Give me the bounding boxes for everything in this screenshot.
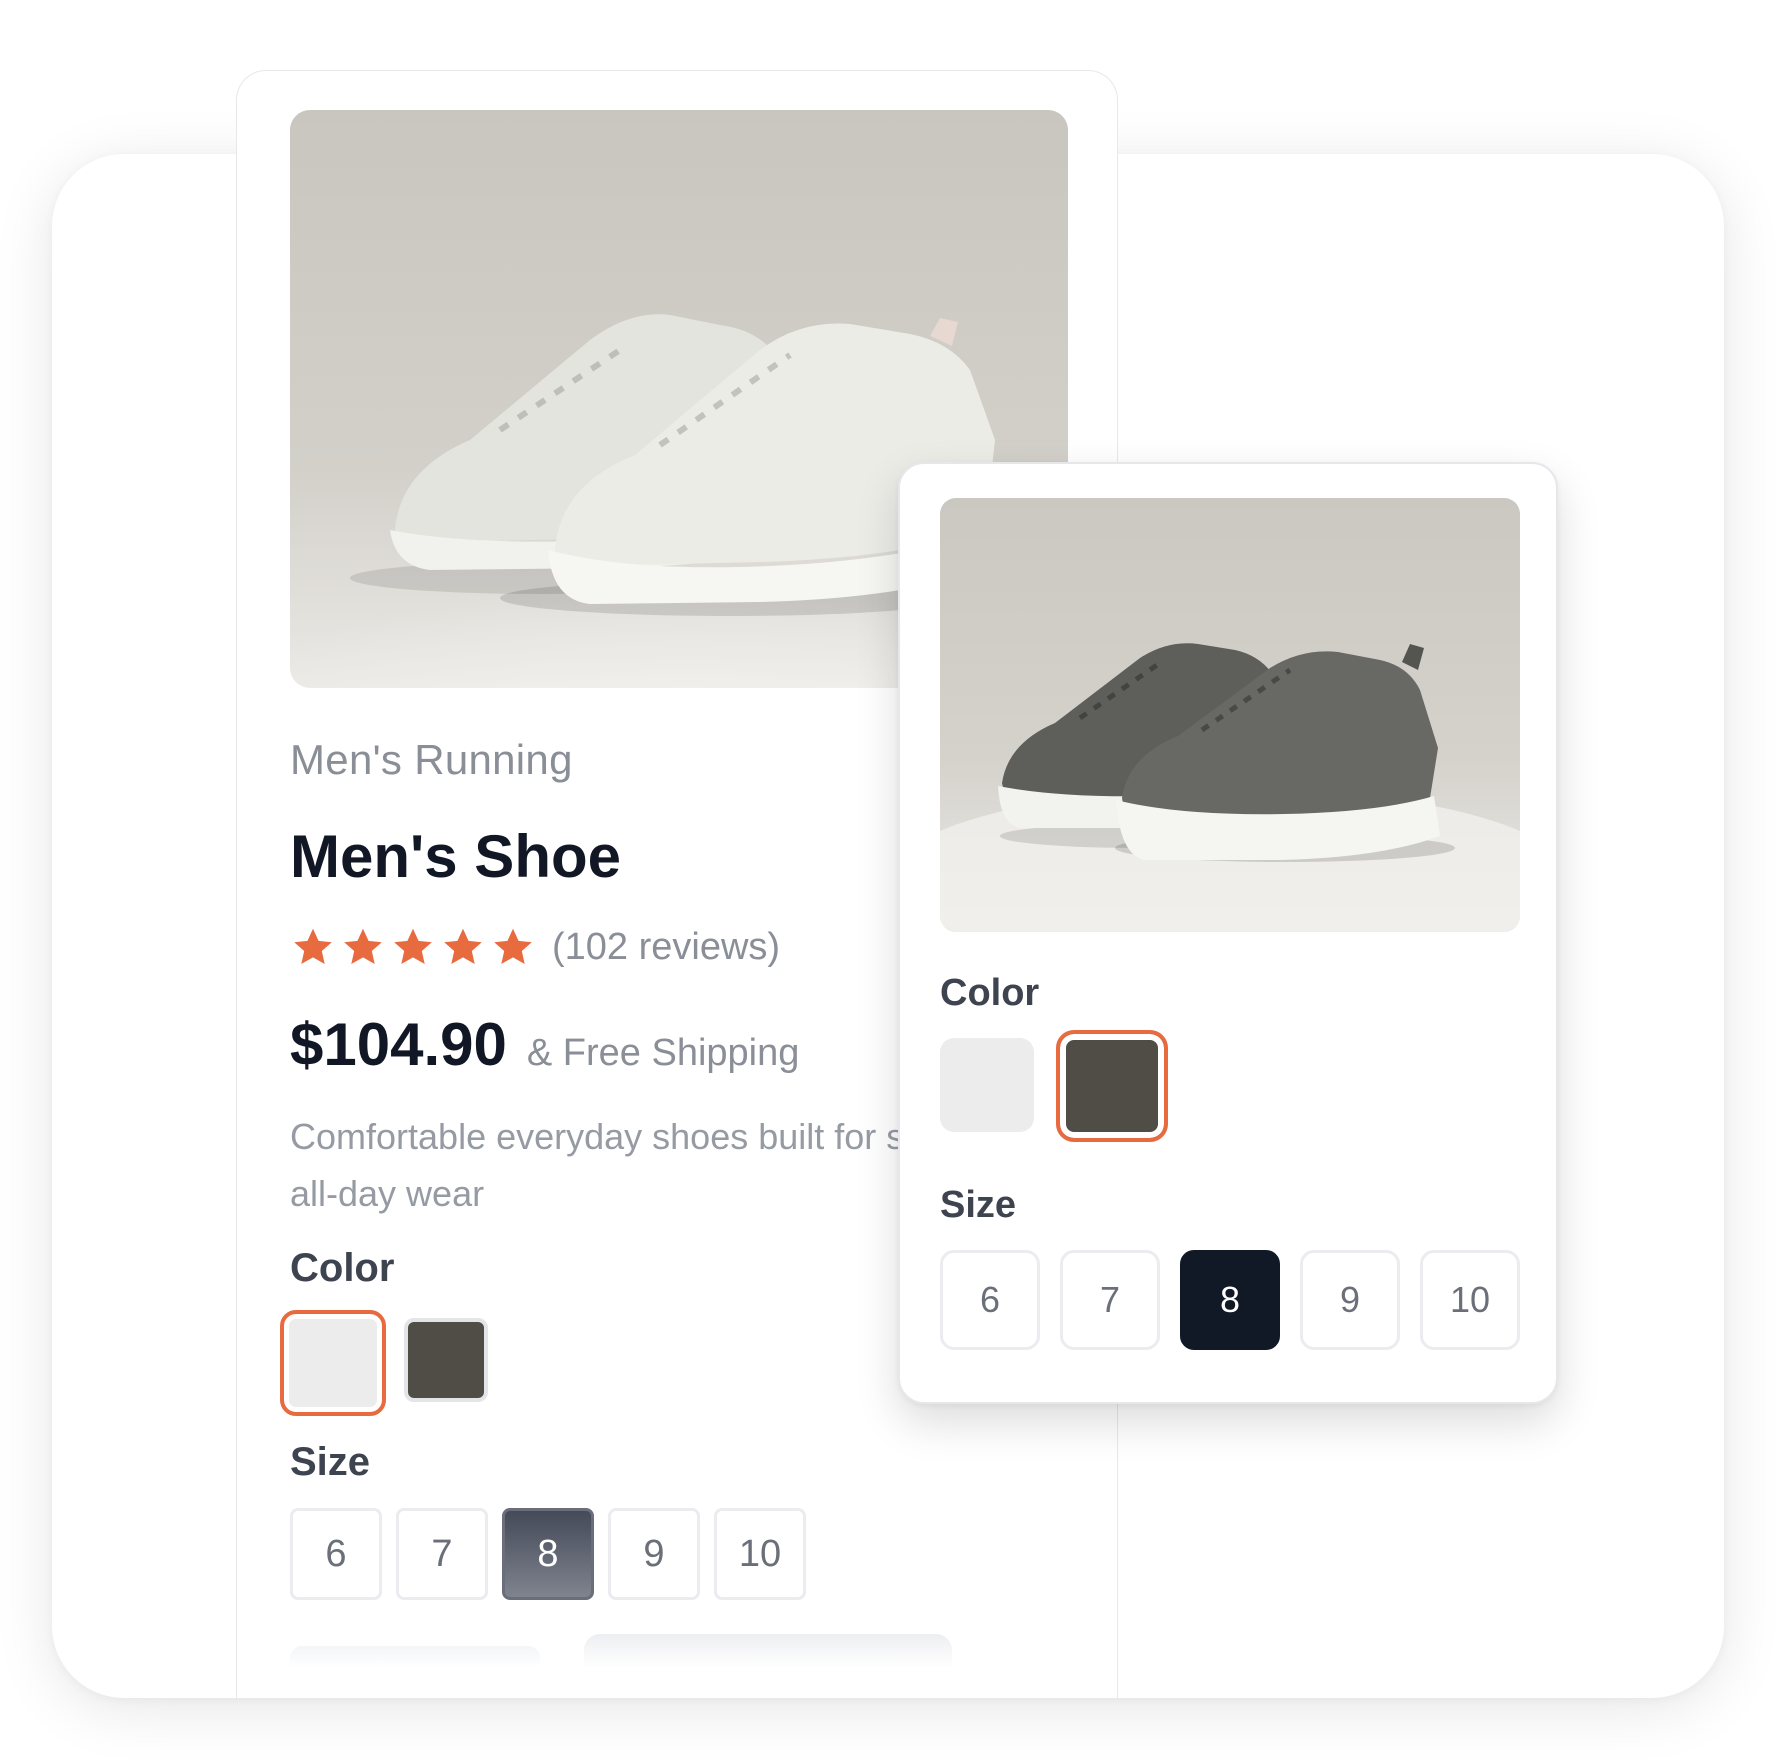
star-icon: [394, 928, 432, 965]
detail-size-option-10[interactable]: 10: [1420, 1250, 1520, 1350]
size-option-8-selected[interactable]: 8: [502, 1508, 594, 1600]
price-row: $104.90 & Free Shipping: [290, 1010, 799, 1079]
product-category: Men's Running: [290, 736, 573, 783]
primary-button-partial[interactable]: [584, 1634, 952, 1668]
color-swatch-light-selected[interactable]: [280, 1310, 386, 1416]
size-label: Size: [290, 1440, 371, 1484]
product-image-grey-shoe: [940, 498, 1520, 932]
star-icon: [494, 928, 532, 965]
detail-color-label: Color: [940, 972, 1040, 1014]
review-count[interactable]: (102 reviews): [552, 926, 780, 969]
product-price: $104.90: [290, 1011, 507, 1078]
product-rating: (102 reviews): [290, 924, 780, 970]
size-option-10[interactable]: 10: [714, 1508, 806, 1600]
size-option-9[interactable]: 9: [608, 1508, 700, 1600]
detail-size-option-9[interactable]: 9: [1300, 1250, 1400, 1350]
star-icon: [344, 928, 382, 965]
detail-color-swatch-light[interactable]: [940, 1038, 1034, 1132]
detail-size-options: 6 7 8 9 10: [940, 1250, 1520, 1350]
detail-size-option-8-selected[interactable]: 8: [1180, 1250, 1280, 1350]
size-option-6[interactable]: 6: [290, 1508, 382, 1600]
size-option-7[interactable]: 7: [396, 1508, 488, 1600]
color-label: Color: [290, 1246, 395, 1290]
size-options: 6 7 8 9 10: [290, 1508, 806, 1600]
star-icon: [294, 928, 332, 965]
color-swatch-dark[interactable]: [404, 1318, 488, 1402]
detail-size-option-7[interactable]: 7: [1060, 1250, 1160, 1350]
detail-size-label: Size: [940, 1184, 1017, 1226]
detail-color-swatch-dark-selected[interactable]: [1056, 1030, 1168, 1142]
secondary-button-partial[interactable]: [290, 1646, 540, 1668]
rating-stars: [290, 924, 536, 970]
detail-size-option-6[interactable]: 6: [940, 1250, 1040, 1350]
product-title: Men's Shoe: [290, 823, 621, 890]
star-icon: [444, 928, 482, 965]
shipping-note: & Free Shipping: [526, 1032, 800, 1074]
